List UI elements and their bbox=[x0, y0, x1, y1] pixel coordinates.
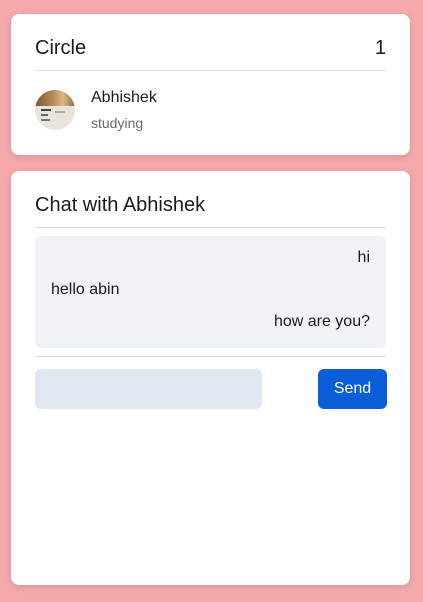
message-text: how are you? bbox=[273, 313, 370, 330]
member-status: studying bbox=[91, 115, 144, 131]
message-text: hello abin bbox=[51, 281, 120, 298]
message-list: hi hello abin how are you? bbox=[35, 236, 386, 348]
message-input[interactable] bbox=[35, 369, 262, 409]
message-text: hi bbox=[357, 249, 370, 266]
member-name: Abhishek bbox=[91, 89, 157, 106]
chat-card: Chat with Abhishek hi hello abin how are… bbox=[11, 171, 410, 585]
circle-member-item[interactable]: Abhishek studying bbox=[35, 89, 157, 132]
divider bbox=[35, 356, 386, 357]
chat-header: Chat with Abhishek bbox=[35, 193, 386, 228]
circle-header: Circle 1 bbox=[35, 36, 386, 71]
circle-card: Circle 1 Abhishek studying bbox=[11, 14, 410, 155]
circle-title: Circle bbox=[35, 37, 87, 59]
avatar bbox=[35, 90, 75, 130]
message-outgoing: hi bbox=[51, 242, 370, 274]
chat-title: Chat with Abhishek bbox=[35, 194, 206, 216]
send-button[interactable]: Send bbox=[318, 369, 387, 409]
circle-member-count: 1 bbox=[374, 37, 386, 59]
message-outgoing: how are you? bbox=[51, 306, 370, 338]
message-incoming: hello abin bbox=[51, 274, 370, 306]
